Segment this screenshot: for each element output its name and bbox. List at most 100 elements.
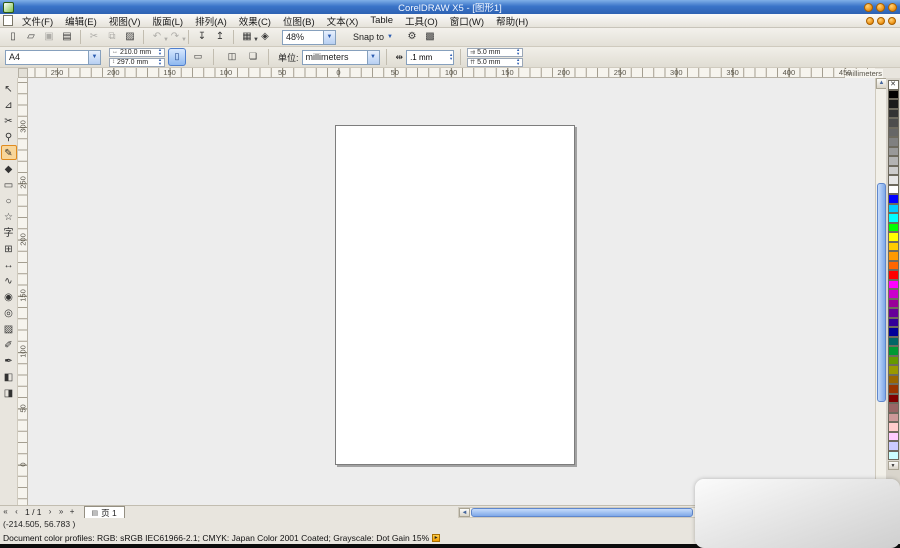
spinner-arrows-icon[interactable]: ▲ ▼: [516, 48, 520, 56]
color-swatch[interactable]: [887, 213, 899, 223]
save-button[interactable]: ▣: [41, 29, 57, 45]
no-color-swatch[interactable]: ✕: [887, 80, 899, 90]
page-tab[interactable]: ▤ 页 1: [83, 505, 125, 519]
rectangle-tool[interactable]: ▭: [1, 177, 17, 192]
color-swatch[interactable]: [887, 374, 899, 384]
transparency-tool[interactable]: ▨: [1, 321, 17, 336]
nudge-offset-field[interactable]: .1 mm ▲ ▼: [406, 49, 455, 65]
outline-pen-tool[interactable]: ✒: [1, 353, 17, 368]
snap-to-combo[interactable]: Snap to ▼: [350, 30, 393, 45]
menu-item-12[interactable]: 帮助(H): [490, 14, 534, 28]
spinner-arrows-icon[interactable]: ▲ ▼: [158, 58, 162, 66]
menu-item-1[interactable]: 文件(F): [16, 14, 59, 28]
options-button[interactable]: ⚙: [404, 29, 420, 45]
color-swatch[interactable]: [887, 279, 899, 289]
all-pages-button[interactable]: ◫: [223, 48, 241, 66]
color-profile-icon[interactable]: ▸: [432, 534, 441, 542]
spinner-arrows-icon[interactable]: ▲ ▼: [449, 53, 453, 61]
canvas-area[interactable]: [28, 78, 875, 505]
crop-tool[interactable]: ✂: [1, 113, 17, 128]
color-swatch[interactable]: [887, 308, 899, 318]
color-swatch[interactable]: [887, 241, 899, 251]
open-button[interactable]: ▱: [23, 29, 39, 45]
guidelines-button[interactable]: ▩: [422, 29, 438, 45]
color-swatch[interactable]: [887, 412, 899, 422]
smart-fill-tool[interactable]: ◆: [1, 161, 17, 176]
landscape-button[interactable]: ▭: [189, 48, 207, 66]
duplicate-x-field[interactable]: ⇉ 5.0 mm ▲ ▼: [467, 47, 524, 57]
color-swatch[interactable]: [887, 384, 899, 394]
paper-height-field[interactable]: ↕ 297.0 mm ▲ ▼: [109, 57, 165, 67]
color-swatch[interactable]: [887, 403, 899, 413]
first-page-button[interactable]: «: [0, 507, 11, 518]
fill-tool[interactable]: ◧: [1, 369, 17, 384]
chevron-down-icon[interactable]: ▼: [88, 50, 100, 64]
color-swatch[interactable]: [887, 99, 899, 109]
menu-item-4[interactable]: 版面(L): [146, 14, 189, 28]
chevron-down-icon[interactable]: ▼: [366, 50, 379, 64]
spinner-arrows-icon[interactable]: ▲ ▼: [516, 58, 520, 66]
blend-tool[interactable]: ◉: [1, 289, 17, 304]
import-button[interactable]: ↧: [194, 29, 210, 45]
connector-tool[interactable]: ∿: [1, 273, 17, 288]
vertical-ruler[interactable]: 300 250 200 150 100 50 0: [18, 78, 28, 505]
restore-button[interactable]: [876, 2, 885, 12]
duplicate-y-field[interactable]: ⇈ 5.0 mm ▲ ▼: [467, 57, 524, 67]
menu-item-2[interactable]: 编辑(E): [59, 14, 103, 28]
color-swatch[interactable]: [887, 336, 899, 346]
color-swatch[interactable]: [887, 251, 899, 261]
horizontal-ruler[interactable]: millimeters 250 200 150 100 50 0 50 100 150 200 25…: [28, 68, 883, 78]
color-swatch[interactable]: [887, 298, 899, 308]
doc-close-button[interactable]: [888, 16, 896, 25]
shape-tool[interactable]: ⊿: [1, 97, 17, 112]
color-swatch[interactable]: [887, 355, 899, 365]
color-swatch[interactable]: [887, 289, 899, 299]
menu-item-6[interactable]: 效果(C): [233, 14, 277, 28]
paper-width-field[interactable]: ↔ 210.0 mm ▲ ▼: [109, 47, 165, 57]
previous-page-button[interactable]: ‹: [11, 507, 22, 518]
menu-item-3[interactable]: 视图(V): [103, 14, 147, 28]
vertical-scrollbar[interactable]: ▲ ▼: [875, 78, 887, 505]
palette-scroll-down-button[interactable]: ▼: [887, 461, 899, 470]
menu-item-10[interactable]: 工具(O): [399, 14, 444, 28]
units-combo[interactable]: millimeters ▼: [301, 49, 380, 65]
menu-item-7[interactable]: 位图(B): [277, 14, 321, 28]
paste-button[interactable]: ▨: [122, 29, 138, 45]
zoom-level-combo[interactable]: 48% ▼: [282, 29, 336, 45]
color-swatch[interactable]: [887, 222, 899, 232]
ruler-origin-button[interactable]: [18, 68, 28, 78]
color-swatch[interactable]: [887, 165, 899, 175]
color-swatch[interactable]: [887, 108, 899, 118]
chevron-down-icon[interactable]: ▼: [181, 32, 187, 48]
color-swatch[interactable]: [887, 346, 899, 356]
scroll-left-button[interactable]: ◄: [459, 508, 470, 517]
color-swatch[interactable]: [887, 260, 899, 270]
color-swatch[interactable]: [887, 365, 899, 375]
color-swatch[interactable]: [887, 127, 899, 137]
color-swatch[interactable]: [887, 137, 899, 147]
copy-button[interactable]: ⧉: [104, 29, 120, 45]
color-swatch[interactable]: [887, 146, 899, 156]
menu-item-8[interactable]: 文本(X): [321, 14, 365, 28]
vertical-scroll-thumb[interactable]: [877, 183, 886, 402]
color-swatch[interactable]: [887, 431, 899, 441]
color-swatch[interactable]: [887, 317, 899, 327]
doc-minimize-button[interactable]: [866, 16, 874, 25]
polygon-tool[interactable]: ☆: [1, 209, 17, 224]
color-swatch[interactable]: [887, 450, 899, 460]
color-swatch[interactable]: [887, 203, 899, 213]
undo-button[interactable]: ↶ ▼: [149, 29, 169, 45]
minimize-button[interactable]: [864, 2, 873, 12]
color-swatch[interactable]: [887, 156, 899, 166]
close-button[interactable]: [888, 2, 897, 12]
contour-tool[interactable]: ◎: [1, 305, 17, 320]
table-tool[interactable]: ⊞: [1, 241, 17, 256]
drawing-page[interactable]: [335, 125, 575, 465]
print-button[interactable]: ▤: [59, 29, 75, 45]
eyedropper-tool[interactable]: ✐: [1, 337, 17, 352]
zoom-tool[interactable]: ⚲: [1, 129, 17, 144]
cut-button[interactable]: ✂: [86, 29, 102, 45]
ellipse-tool[interactable]: ○: [1, 193, 17, 208]
paper-type-combo[interactable]: A4 ▼: [5, 49, 101, 65]
portrait-button[interactable]: ▯: [168, 48, 186, 66]
